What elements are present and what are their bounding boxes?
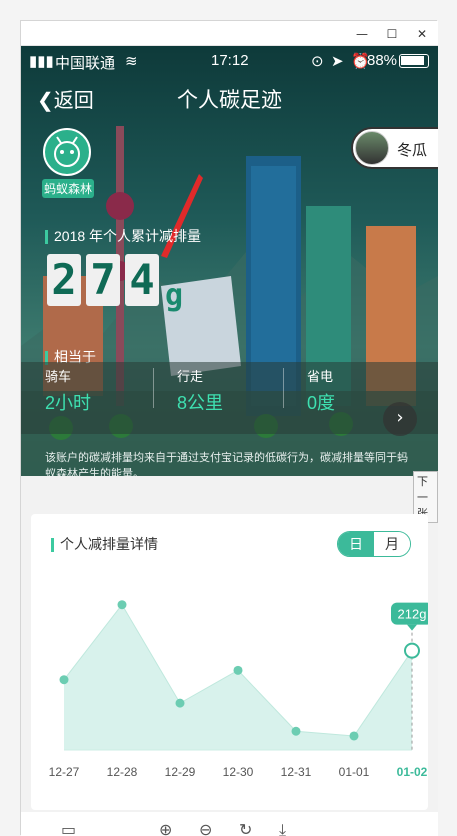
data-point[interactable] bbox=[117, 600, 127, 610]
ant-forest-logo[interactable] bbox=[43, 128, 91, 176]
avatar bbox=[355, 131, 389, 165]
data-point[interactable] bbox=[349, 731, 359, 741]
stat-label: 骑车 bbox=[45, 369, 72, 384]
x-tick-label: 12-29 bbox=[165, 765, 196, 779]
carrier-label: 中国联通 bbox=[55, 55, 116, 72]
tab-day[interactable]: 日 bbox=[338, 532, 374, 556]
stat-value: 0度 bbox=[307, 393, 336, 413]
viewer-toolbar: ▭ ⊕ ⊖ ↻ ⤓ bbox=[21, 812, 438, 836]
download-icon[interactable]: ⤓ bbox=[279, 820, 286, 836]
back-button[interactable]: ❮返回 bbox=[37, 84, 94, 113]
stat-value: 8公里 bbox=[177, 393, 224, 413]
data-point[interactable] bbox=[233, 665, 243, 675]
digit-card: 2 bbox=[47, 254, 81, 306]
tab-month[interactable]: 月 bbox=[374, 532, 410, 556]
stats-strip: 骑车 2小时 行走 8公里 省电 0度 bbox=[21, 362, 438, 434]
ant-forest-logo-text: 蚂蚁森林 bbox=[42, 179, 95, 198]
callout-label: 212g bbox=[398, 607, 427, 622]
lock-rotation-icon: ⊙ bbox=[311, 53, 324, 70]
chevron-right-icon: › bbox=[396, 407, 404, 428]
stat-cycling: 骑车 2小时 bbox=[45, 366, 91, 415]
screen-icon[interactable]: ▭ bbox=[61, 820, 76, 836]
next-image-button[interactable]: › bbox=[383, 402, 417, 436]
close-icon[interactable]: ✕ bbox=[407, 21, 437, 46]
zoom-in-icon[interactable]: ⊕ bbox=[159, 820, 172, 836]
x-tick-label: 12-30 bbox=[223, 765, 254, 779]
status-time: 17:12 bbox=[211, 52, 249, 69]
stat-electricity: 省电 0度 bbox=[307, 366, 335, 415]
x-tick-label: 12-31 bbox=[281, 765, 312, 779]
battery-icon bbox=[399, 54, 429, 68]
stat-label: 行走 bbox=[177, 369, 204, 384]
x-tick-label: 01-01 bbox=[339, 765, 370, 779]
location-icon: ➤ bbox=[331, 53, 344, 70]
data-point[interactable] bbox=[291, 726, 301, 736]
emission-chart: 12-27 12-28 12-29 12-30 12-31 01-01 01-02 212g bbox=[49, 600, 428, 779]
card-title: 个人减排量详情 bbox=[51, 534, 158, 554]
ant-icon bbox=[54, 136, 80, 167]
callout-pointer bbox=[407, 624, 417, 631]
digit-card: 7 bbox=[86, 254, 120, 306]
signal-icon: ▮▮▮ bbox=[29, 53, 54, 70]
maximize-icon[interactable]: ☐ bbox=[377, 21, 407, 46]
info-note: 该账户的碳减排量均来自于通过支付宝记录的低碳行为，碳减排量等同于蚂蚁森林产生的能… bbox=[45, 452, 408, 476]
stat-label: 省电 bbox=[307, 369, 334, 384]
user-name: 冬瓜 bbox=[397, 142, 428, 159]
summary-label: 2018 年个人累计减排量 bbox=[45, 226, 201, 246]
status-bar: ▮▮▮ 中国联通 ≋ 17:12 ⊙ ➤ ⏰ 88% bbox=[21, 46, 438, 76]
battery-percent: 88% bbox=[367, 52, 398, 69]
zoom-out-icon[interactable]: ⊖ bbox=[199, 820, 212, 836]
chevron-left-icon: ❮ bbox=[37, 90, 54, 112]
period-toggle[interactable]: 日 月 bbox=[337, 531, 411, 557]
x-tick-label: 12-28 bbox=[107, 765, 138, 779]
phone-screenshot: ▮▮▮ 中国联通 ≋ 17:12 ⊙ ➤ ⏰ 88% 个人碳足迹 ❮返回 蚂蚁森… bbox=[21, 46, 438, 836]
nav-bar: 个人碳足迹 ❮返回 bbox=[21, 84, 438, 118]
hero-banner: ▮▮▮ 中国联通 ≋ 17:12 ⊙ ➤ ⏰ 88% 个人碳足迹 ❮返回 蚂蚁森… bbox=[21, 46, 438, 476]
stat-value: 2小时 bbox=[45, 393, 92, 413]
data-point[interactable] bbox=[404, 642, 420, 659]
x-tick-label: 12-27 bbox=[49, 765, 80, 779]
minimize-icon[interactable]: — bbox=[347, 21, 377, 46]
digit-card: 4 bbox=[125, 254, 159, 306]
unit-label: g bbox=[165, 278, 184, 313]
rotate-icon[interactable]: ↻ bbox=[239, 820, 252, 836]
data-point[interactable] bbox=[59, 675, 69, 685]
user-badge[interactable]: 冬瓜 bbox=[351, 127, 438, 169]
detail-card: 12-27 12-28 12-29 12-30 12-31 01-01 01-02 212g … bbox=[31, 514, 428, 810]
wifi-icon: ≋ bbox=[125, 53, 138, 70]
viewer-window: — ☐ ✕ ▮▮▮ 中国联通 ≋ 17:12 ⊙ ➤ ⏰ 88% 个人碳足迹 ❮… bbox=[20, 20, 438, 836]
window-titlebar: — ☐ ✕ bbox=[21, 21, 438, 46]
back-label: 返回 bbox=[53, 90, 94, 112]
stat-walking: 行走 8公里 bbox=[177, 366, 223, 415]
x-tick-label: 01-02 bbox=[397, 765, 428, 779]
data-point[interactable] bbox=[175, 698, 185, 708]
